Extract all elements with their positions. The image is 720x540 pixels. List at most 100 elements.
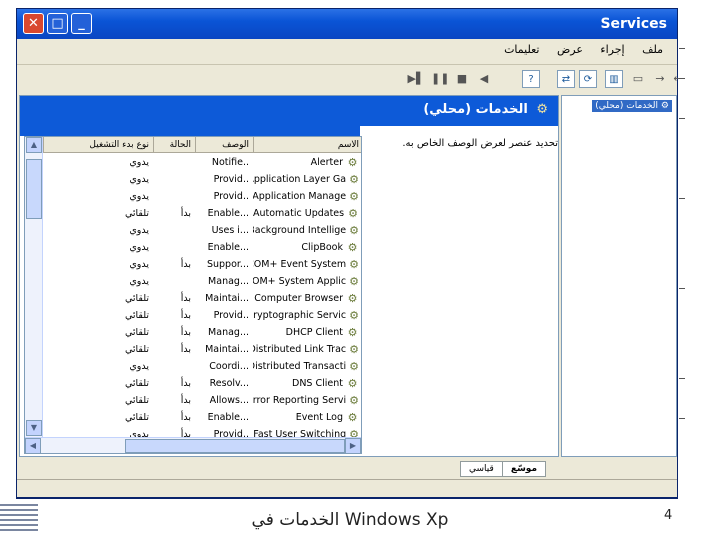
service-name: ClipBook xyxy=(301,242,343,253)
vertical-scrollbar[interactable]: ▲ ▼ xyxy=(25,137,43,437)
window-bottom-edge xyxy=(16,498,678,499)
table-row[interactable]: ⚙ Event Log Enable... بدأ تلقائي xyxy=(43,409,361,426)
title-bar[interactable]: ✕ □ _ Services xyxy=(17,9,677,39)
table-row[interactable]: ⚙ DHCP Client Manag... بدأ تلقائي xyxy=(43,324,361,341)
table-row[interactable]: ⚙ ClipBook Enable... يدوي xyxy=(43,239,361,256)
service-gear-icon: ⚙ xyxy=(347,377,358,390)
service-name: DHCP Client xyxy=(285,327,343,338)
service-gear-icon: ⚙ xyxy=(349,309,359,322)
service-description: Maintai... xyxy=(205,344,249,355)
scroll-up-icon[interactable]: ▲ xyxy=(26,137,42,153)
service-name: Automatic Updates xyxy=(253,208,345,219)
service-gear-icon: ⚙ xyxy=(347,156,358,169)
vertical-scroll-thumb[interactable] xyxy=(26,159,42,219)
refresh-icon[interactable]: ⟳ xyxy=(579,70,597,88)
stop-icon[interactable]: ■ xyxy=(453,70,471,88)
service-name-cell: ⚙ DHCP Client xyxy=(253,324,361,341)
console-tree: ⚙ الخدمات (محلي) xyxy=(561,95,677,457)
table-row[interactable]: ⚙ Computer Browser Maintai... بدأ تلقائي xyxy=(43,290,361,307)
service-name-cell: ⚙Application Layer Ga.. xyxy=(253,171,361,188)
window-title: Services xyxy=(600,16,667,32)
table-row[interactable]: ⚙Error Reporting Servi.. Allows... بدأ تلقا… xyxy=(43,392,361,409)
service-name: Computer Browser xyxy=(254,293,343,304)
toolbar: ▶▌ ❚❚ ■ ◀ ? ⇄ ⟳ ▥ ▭ → ← xyxy=(17,64,683,94)
table-row[interactable]: ⚙ DNS Client Resolv... بدأ تلقائي xyxy=(43,375,361,392)
service-gear-icon: ⚙ xyxy=(349,224,359,237)
table-row[interactable]: ⚙Distributed Transacti.. Coordi... يدوي xyxy=(43,358,361,375)
service-status: بدأ xyxy=(180,310,191,321)
menu-file[interactable]: ملف xyxy=(642,39,663,61)
results-pane: ⚙ الخدمات (محلي) تحديد عنصر لعرض الوصف ا… xyxy=(19,95,559,457)
horizontal-scroll-thumb[interactable] xyxy=(125,439,345,453)
table-row[interactable]: ⚙ Alerter Notifie.. يدوي xyxy=(43,154,361,171)
service-description: Provid.. xyxy=(213,174,249,185)
service-name: Cryptographic Servic.. xyxy=(253,310,347,321)
description-prompt: تحديد عنصر لعرض الوصف الخاص به. xyxy=(402,138,558,149)
menu-view[interactable]: عرض xyxy=(557,39,583,61)
tree-node-label: الخدمات (محلي) xyxy=(595,101,659,111)
scroll-down-icon[interactable]: ▼ xyxy=(26,420,42,436)
service-status: بدأ xyxy=(180,259,191,270)
export-icon[interactable]: ⇄ xyxy=(557,70,575,88)
tab-extended[interactable]: موسّع xyxy=(501,461,547,477)
table-row[interactable]: ⚙ Automatic Updates Enable... بدأ تلقائي xyxy=(43,205,361,222)
service-name: Event Log xyxy=(295,412,343,423)
service-name-cell: ⚙ Alerter xyxy=(253,154,361,171)
service-startup-type: تلقائي xyxy=(124,378,149,389)
play-icon[interactable]: ◀ xyxy=(475,70,493,88)
services-list: ▲ ▼ الاسم الوصف الحالة نوع بدء التشغيل ⚙… xyxy=(24,136,362,454)
forward-icon[interactable]: → xyxy=(651,70,669,88)
tree-node-services-local[interactable]: ⚙ الخدمات (محلي) xyxy=(592,100,672,112)
service-gear-icon: ⚙ xyxy=(349,360,359,373)
service-startup-type: يدوي xyxy=(129,157,149,168)
maximize-button[interactable]: □ xyxy=(47,13,68,34)
column-header-startup[interactable]: نوع بدء التشغيل xyxy=(43,137,153,152)
tree-gear-icon: ⚙ xyxy=(660,101,669,111)
table-row[interactable]: ⚙COM+ System Applic.. Manag... يدوي xyxy=(43,273,361,290)
service-status: بدأ xyxy=(180,378,191,389)
service-description: Coordi... xyxy=(209,361,249,372)
table-row[interactable]: ⚙Application Manage.. Provid.. يدوي xyxy=(43,188,361,205)
service-name-cell: ⚙ DNS Client xyxy=(253,375,361,392)
slide: ✕ □ _ Services ملف إجراء عرض تعليمات ▶▌ … xyxy=(0,0,720,540)
table-row[interactable]: ⚙Cryptographic Servic.. Provid.. بدأ تلقائي xyxy=(43,307,361,324)
column-header-description[interactable]: الوصف xyxy=(195,137,253,152)
service-description: Resolv... xyxy=(209,378,249,389)
column-header-name[interactable]: الاسم xyxy=(253,137,361,152)
show-hide-tree-icon[interactable]: ▥ xyxy=(605,70,623,88)
service-gear-icon: ⚙ xyxy=(349,258,359,271)
scroll-right-icon[interactable]: ▶ xyxy=(345,438,361,453)
menu-action[interactable]: إجراء xyxy=(600,39,624,61)
menu-bar: ملف إجراء عرض تعليمات xyxy=(17,39,677,61)
menu-help[interactable]: تعليمات xyxy=(504,39,539,61)
table-row[interactable]: ⚙Application Layer Ga.. Provid.. يدوي xyxy=(43,171,361,188)
service-description: Manag... xyxy=(208,276,249,287)
table-row[interactable]: ⚙Background Intellige.. Uses i... يدوي xyxy=(43,222,361,239)
scroll-left-icon[interactable]: ◀ xyxy=(25,438,41,453)
help-icon[interactable]: ? xyxy=(522,70,540,88)
service-status xyxy=(153,239,195,256)
service-status xyxy=(153,188,195,205)
close-button[interactable]: ✕ xyxy=(23,13,44,34)
service-gear-icon: ⚙ xyxy=(349,394,359,407)
pause-icon[interactable]: ❚❚ xyxy=(431,70,449,88)
service-startup-type: تلقائي xyxy=(124,344,149,355)
minimize-button[interactable]: _ xyxy=(71,13,92,34)
tab-standard[interactable]: قياسي xyxy=(460,461,503,477)
service-name-cell: ⚙ Event Log xyxy=(253,409,361,426)
service-status xyxy=(153,154,195,171)
table-row[interactable]: ⚙ COM+ Event System Suppor... بدأ يدوي xyxy=(43,256,361,273)
column-header-status[interactable]: الحالة xyxy=(153,137,195,152)
up-icon[interactable]: ▭ xyxy=(629,70,647,88)
restart-icon[interactable]: ▶▌ xyxy=(407,70,425,88)
service-gear-icon: ⚙ xyxy=(347,326,358,339)
service-description: Enable... xyxy=(207,412,249,423)
service-name: DNS Client xyxy=(292,378,343,389)
service-description: Manag... xyxy=(208,327,249,338)
service-name-cell: ⚙ Automatic Updates xyxy=(253,205,361,222)
table-row[interactable]: ⚙Distributed Link Trac.. Maintai... بدأ تلق… xyxy=(43,341,361,358)
service-startup-type: يدوي xyxy=(129,259,149,270)
service-startup-type: يدوي xyxy=(129,242,149,253)
view-tabs: موسّع قياسي xyxy=(460,461,547,477)
horizontal-scrollbar[interactable]: ◀ ▶ xyxy=(25,437,361,453)
